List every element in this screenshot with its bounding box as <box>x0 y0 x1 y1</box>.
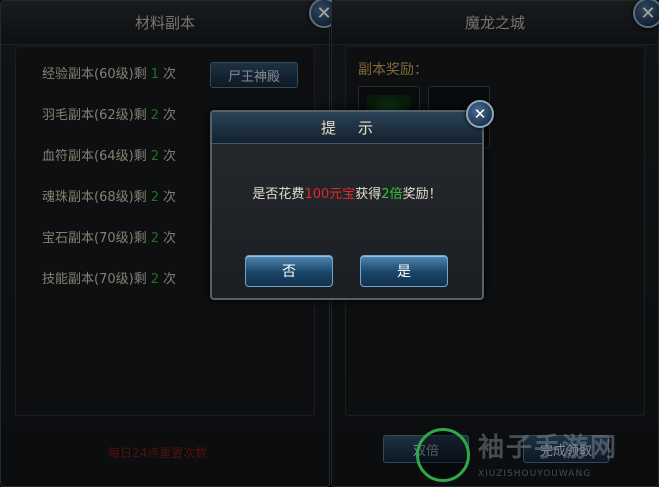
dialog-close-button[interactable]: ✕ <box>466 100 494 128</box>
no-button[interactable]: 否 <box>245 255 333 287</box>
message-cost: 100元宝 <box>304 187 356 202</box>
message-prefix: 是否花费 <box>252 187 305 202</box>
dialog-title: 提示 <box>320 119 395 137</box>
watermark-text: 袖子手游网 <box>478 433 619 463</box>
yes-button[interactable]: 是 <box>360 255 448 287</box>
close-icon: ✕ <box>473 105 487 123</box>
message-suffix: 奖励！ <box>402 187 442 202</box>
watermark-subtext: XIUZISHOUYOUWANG <box>478 469 592 479</box>
dialog-message: 是否花费100元宝获得2倍奖励！ <box>212 183 482 202</box>
message-multiplier: 2倍 <box>381 187 403 202</box>
confirm-dialog: 提示 是否花费100元宝获得2倍奖励！ 否 是 <box>210 110 484 300</box>
message-middle: 获得 <box>355 187 382 202</box>
watermark-logo-icon <box>416 428 470 482</box>
